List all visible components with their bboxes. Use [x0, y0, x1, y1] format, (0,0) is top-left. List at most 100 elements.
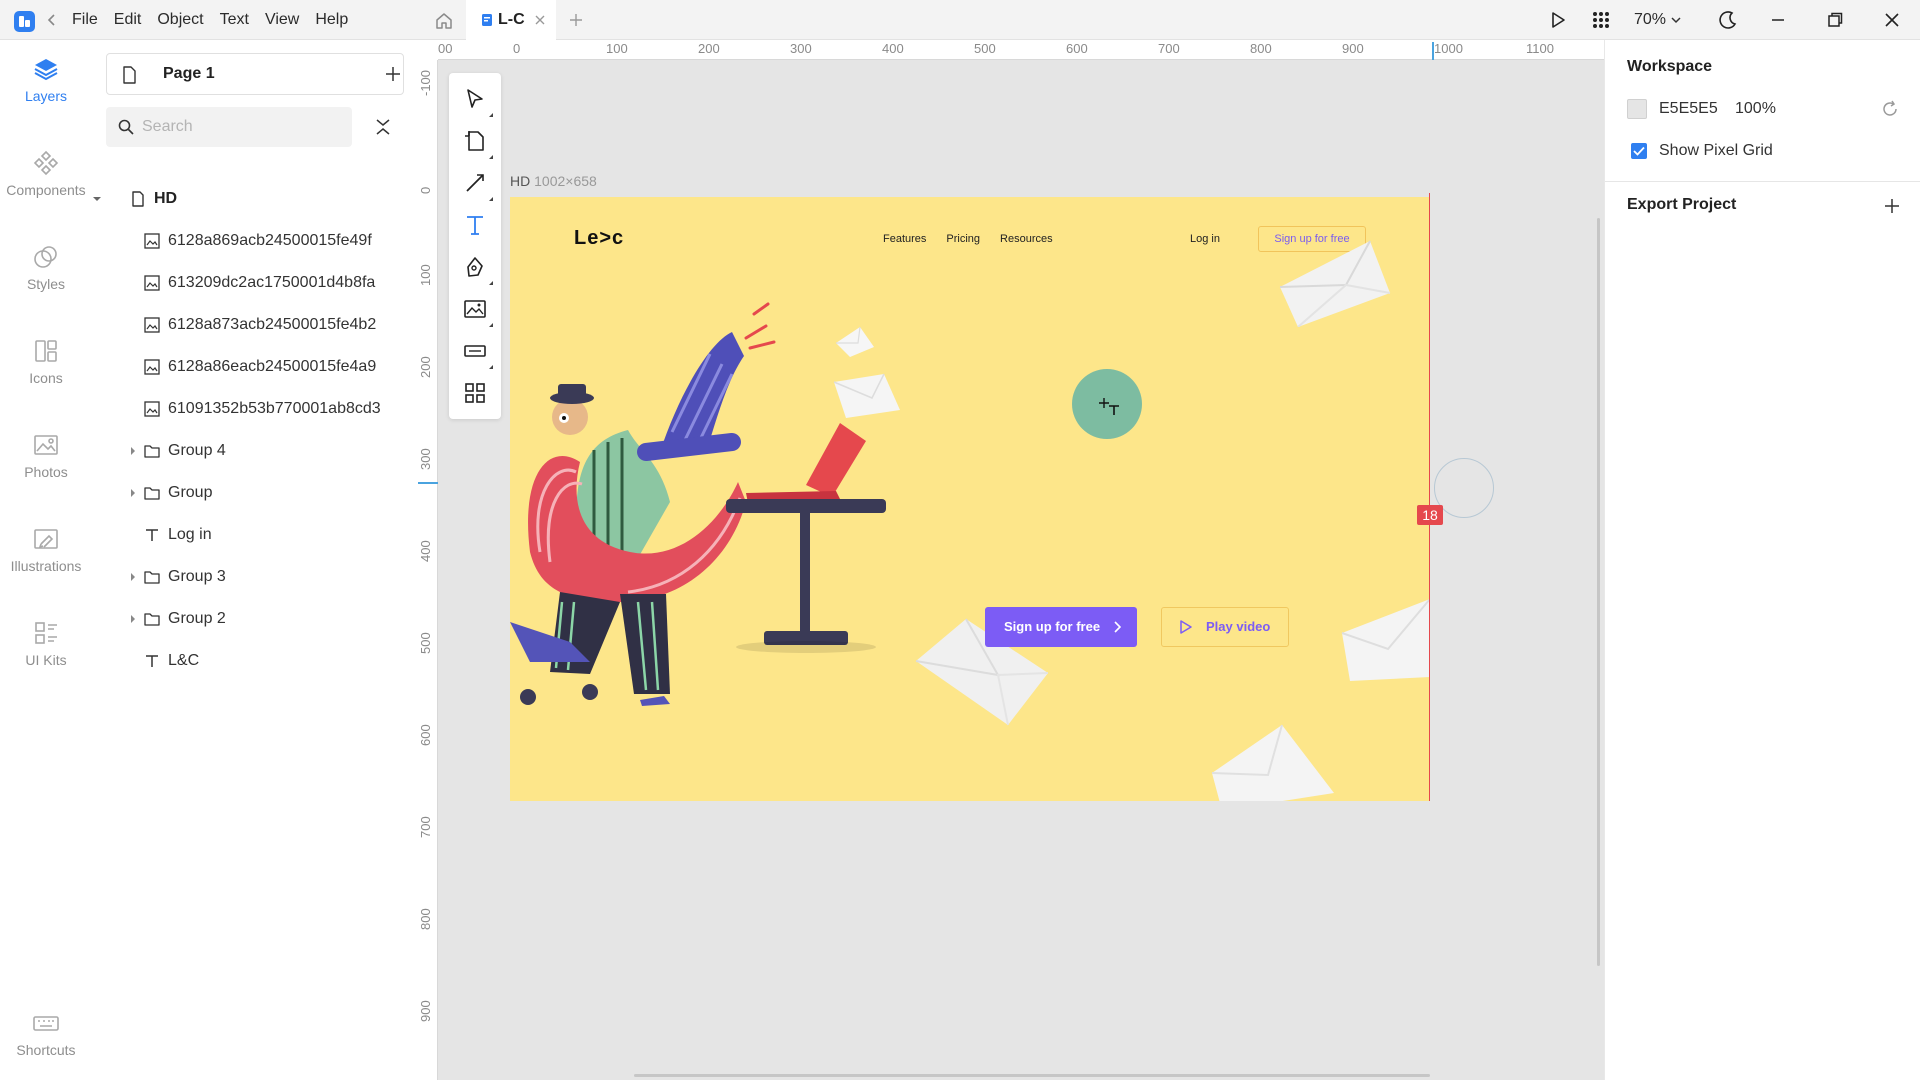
caret-down-icon[interactable]	[92, 194, 102, 204]
frame-tool-icon[interactable]	[463, 129, 493, 159]
select-tool-arrow-icon[interactable]	[463, 87, 493, 117]
component-bar-tool-icon[interactable]	[463, 339, 493, 369]
reset-refresh-icon[interactable]	[1881, 100, 1899, 118]
show-pixel-grid-checkbox[interactable]	[1631, 143, 1647, 159]
ruler-position-marker	[418, 482, 438, 484]
collapse-all-icon[interactable]	[374, 118, 392, 136]
ruler-label: 700	[418, 816, 433, 838]
apps-grid-icon[interactable]	[1591, 10, 1611, 30]
search-input[interactable]	[142, 107, 342, 147]
title-bar: File Edit Object Text View Help L-C 70%	[0, 0, 1920, 40]
layer-row-text[interactable]: Log in	[92, 514, 408, 556]
layer-row-text[interactable]: L&C	[92, 640, 408, 682]
site-nav-item[interactable]: Pricing	[946, 233, 980, 245]
horizontal-ruler[interactable]: 00 0 100 200 300 400 500 600 700 800 900…	[438, 40, 1604, 60]
rail-item-components[interactable]: Components	[0, 140, 92, 220]
dark-mode-moon-icon[interactable]	[1718, 10, 1738, 30]
layer-row-group[interactable]: Group 3	[92, 556, 408, 598]
page-name: Page 1	[163, 65, 215, 82]
site-nav-item[interactable]: Resources	[1000, 233, 1053, 245]
new-tab-plus-icon[interactable]	[568, 12, 584, 28]
ruler-label: 500	[418, 632, 433, 654]
image-icon	[144, 359, 160, 375]
menu-text[interactable]: Text	[212, 0, 257, 40]
layer-label: 6128a869acb24500015fe49f	[168, 232, 372, 249]
play-video-button[interactable]: Play video	[1161, 607, 1289, 647]
signup-cta-button[interactable]: Sign up for free	[985, 607, 1137, 647]
site-nav-item[interactable]: Features	[883, 233, 926, 245]
rail-item-layers[interactable]: Layers	[0, 46, 92, 126]
close-tab-icon[interactable]	[534, 14, 546, 26]
zoom-value: 70%	[1634, 11, 1667, 28]
home-icon[interactable]	[434, 11, 454, 31]
pen-tool-icon[interactable]	[463, 255, 493, 285]
menu-edit[interactable]: Edit	[106, 0, 150, 40]
rail-item-ui-kits[interactable]: UI Kits	[0, 610, 92, 690]
layer-search[interactable]	[106, 107, 352, 147]
play-prototype-icon[interactable]	[1548, 10, 1568, 30]
ruler-label: 500	[974, 41, 996, 56]
illustrations-icon	[33, 526, 59, 552]
rail-item-photos[interactable]: Photos	[0, 422, 92, 502]
image-icon	[144, 317, 160, 333]
grid-widgets-tool-icon[interactable]	[463, 381, 487, 405]
site-login[interactable]: Log in	[1190, 233, 1220, 245]
workspace-color-hex[interactable]: E5E5E5	[1659, 100, 1718, 118]
envelope-illustration[interactable]	[1276, 237, 1394, 327]
text-tool-icon[interactable]	[463, 213, 487, 237]
horizontal-scrollbar[interactable]	[634, 1074, 1430, 1077]
rail-label: Shortcuts	[16, 1042, 76, 1058]
page-selector[interactable]: Page 1	[106, 53, 404, 95]
workspace-color-opacity[interactable]: 100%	[1735, 100, 1776, 118]
layer-row-group[interactable]: Group 4	[92, 430, 408, 472]
envelope-illustration[interactable]	[1340, 597, 1430, 687]
back-chevron-icon[interactable]	[44, 12, 60, 28]
add-export-plus-icon[interactable]	[1883, 197, 1901, 215]
vertical-ruler[interactable]: -100 0 100 200 300 400 500 600 700 800 9…	[416, 40, 438, 1080]
caret-right-icon[interactable]	[128, 614, 138, 624]
add-page-plus-icon[interactable]	[385, 66, 401, 82]
folder-icon	[144, 485, 160, 501]
workspace-color-swatch[interactable]	[1627, 99, 1647, 119]
document-tab[interactable]: L-C	[466, 0, 556, 40]
close-window-icon[interactable]	[1882, 10, 1902, 30]
caret-right-icon[interactable]	[128, 572, 138, 582]
rail-item-styles[interactable]: Styles	[0, 234, 92, 314]
rail-label: Icons	[29, 370, 63, 386]
layer-row-hd[interactable]: HD	[92, 178, 408, 220]
layer-row-group[interactable]: Group 2	[92, 598, 408, 640]
app-logo-icon[interactable]	[14, 11, 35, 32]
distance-badge: 18	[1417, 505, 1443, 525]
layer-row-image[interactable]: 6128a869acb24500015fe49f	[92, 220, 408, 262]
rail-item-illustrations[interactable]: Illustrations	[0, 516, 92, 596]
design-frame-hd[interactable]: Le>c Features Pricing Resources Log in S…	[510, 197, 1430, 801]
table-laptop-illustration[interactable]	[720, 415, 890, 655]
line-tool-icon[interactable]	[463, 171, 493, 201]
site-logo[interactable]: Le>c	[574, 227, 624, 250]
rail-item-icons[interactable]: Icons	[0, 328, 92, 408]
layer-row-image[interactable]: 613209dc2ac1750001d4b8fa	[92, 262, 408, 304]
menu-object[interactable]: Object	[149, 0, 211, 40]
frame-label[interactable]: HD 1002×658	[510, 173, 597, 189]
vertical-scrollbar[interactable]	[1597, 218, 1600, 966]
menu-file[interactable]: File	[64, 0, 106, 40]
layer-label: 61091352b53b770001ab8cd3	[168, 400, 381, 417]
ruler-label: 400	[418, 540, 433, 562]
menu-view[interactable]: View	[257, 0, 307, 40]
restore-window-icon[interactable]	[1825, 10, 1845, 30]
ruler-label: 900	[1342, 41, 1364, 56]
layer-row-group[interactable]: Group	[92, 472, 408, 514]
ruler-label: 400	[882, 41, 904, 56]
zoom-select[interactable]: 70%	[1634, 0, 1682, 40]
image-tool-icon[interactable]	[463, 297, 493, 327]
minimize-window-icon[interactable]	[1768, 10, 1788, 30]
layer-row-image[interactable]: 61091352b53b770001ab8cd3	[92, 388, 408, 430]
caret-right-icon[interactable]	[128, 488, 138, 498]
menu-help[interactable]: Help	[307, 0, 356, 40]
rail-item-shortcuts[interactable]: Shortcuts	[0, 1000, 92, 1080]
envelope-illustration[interactable]	[1210, 723, 1340, 801]
layer-row-image[interactable]: 6128a86eacb24500015fe4a9	[92, 346, 408, 388]
divider	[1605, 181, 1920, 182]
layer-row-image[interactable]: 6128a873acb24500015fe4b2	[92, 304, 408, 346]
caret-right-icon[interactable]	[128, 446, 138, 456]
